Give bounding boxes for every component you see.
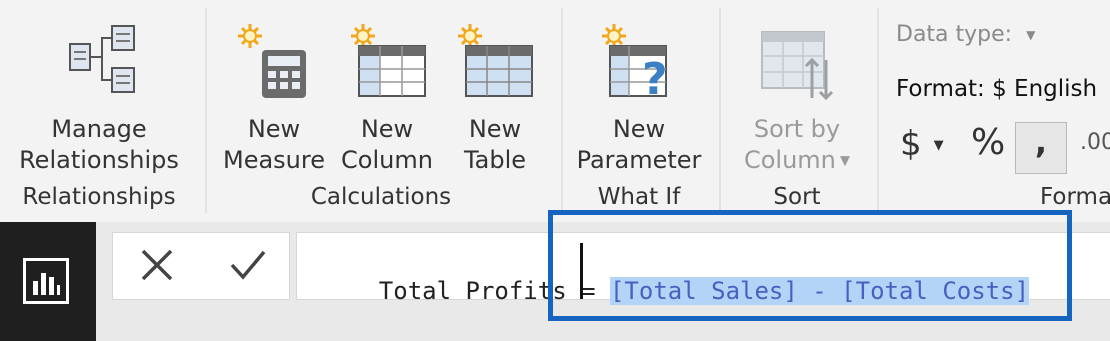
chevron-down-icon: ▼ (933, 138, 944, 153)
new-parameter-label-1: New (612, 115, 666, 143)
view-rail (0, 222, 96, 341)
currency-symbol: $ (900, 124, 922, 164)
new-parameter-icon: ? (602, 24, 668, 104)
group-separator (561, 8, 563, 213)
report-view-button[interactable] (23, 258, 69, 304)
new-measure-icon (238, 24, 306, 98)
comma-symbol: , (1034, 123, 1048, 161)
group-separator (205, 8, 207, 213)
new-measure-label-2: Measure (223, 146, 325, 174)
new-parameter-button[interactable]: ? New Parameter (572, 8, 706, 178)
highlight-box (548, 210, 1072, 321)
sort-by-column-label-2: Column ▼ (743, 146, 851, 174)
new-parameter-label-2: Parameter (576, 146, 702, 174)
group-separator (719, 8, 721, 213)
format-dropdown[interactable]: Format: $ English (896, 76, 1097, 102)
manage-relationships-label-1: Manage (51, 115, 147, 143)
group-label-calculations: Calculations (310, 184, 452, 210)
checkmark-icon[interactable] (229, 247, 267, 283)
ribbon: Manage Relationships Relationships New M… (0, 0, 1110, 222)
relationships-icon (69, 25, 135, 93)
chevron-down-icon: ▼ (835, 153, 851, 169)
new-column-label-2: Column (341, 146, 433, 174)
new-measure-label-1: New (247, 115, 301, 143)
group-separator (877, 8, 879, 213)
comma-button[interactable]: , (1015, 122, 1067, 174)
chevron-down-icon: ▼ (1026, 28, 1036, 42)
close-icon[interactable] (139, 247, 175, 283)
group-label-sort: Sort (773, 184, 821, 210)
new-table-icon (458, 24, 533, 97)
svg-text:?: ? (642, 54, 668, 104)
group-label-what-if: What If (597, 184, 681, 210)
data-type-label: Data type: (896, 22, 1013, 47)
new-table-label-1: New (468, 115, 522, 143)
new-column-label-1: New (360, 115, 414, 143)
sort-by-column-label-1: Sort by (753, 115, 841, 143)
manage-relationships-label-2: Relationships (19, 146, 179, 174)
decimal-button[interactable]: .00 (1080, 130, 1110, 155)
group-label-relationships: Relationships (22, 184, 176, 210)
manage-relationships-button[interactable]: Manage Relationships (8, 8, 190, 178)
new-table-label-2: Table (463, 146, 527, 174)
group-label-formatting: Forma (1040, 184, 1110, 210)
sort-by-column-icon (761, 31, 834, 101)
sort-by-column-button[interactable]: Sort by Column ▼ (730, 8, 864, 178)
new-table-button[interactable]: New Table (448, 8, 542, 178)
new-column-icon (351, 24, 426, 97)
formula-actions (112, 232, 290, 300)
new-column-button[interactable]: New Column (333, 8, 441, 178)
currency-button[interactable]: $ ▼ (900, 124, 944, 164)
data-type-dropdown[interactable]: Data type: ▼ (896, 22, 1035, 47)
new-measure-button[interactable]: New Measure (220, 8, 328, 178)
bar-chart-icon (33, 273, 60, 295)
percent-button[interactable]: % (971, 122, 1005, 163)
